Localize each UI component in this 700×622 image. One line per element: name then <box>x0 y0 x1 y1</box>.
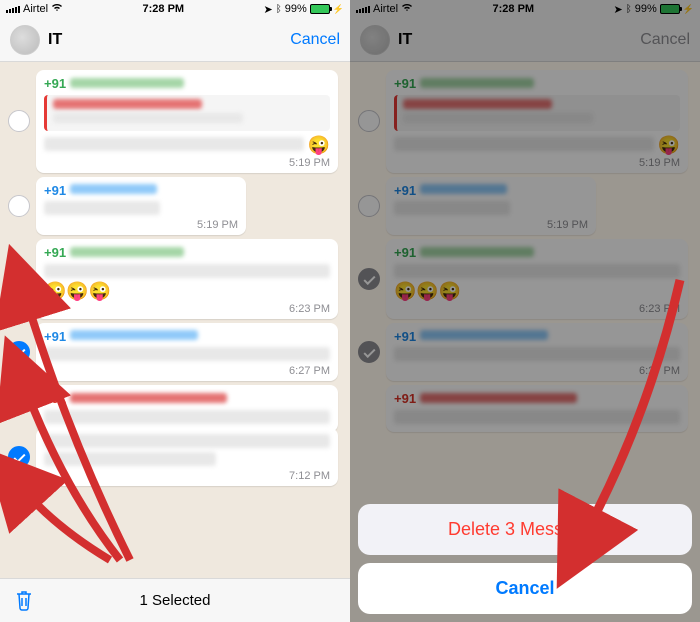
cancel-button[interactable]: Cancel <box>290 31 340 49</box>
message-row[interactable]: +91 😜 5:19 PM <box>0 68 344 175</box>
battery-percent: 99% <box>285 3 307 15</box>
message-row[interactable]: +91 5:19 PM <box>0 175 344 238</box>
signal-icon <box>6 6 20 13</box>
emoji: 😜 <box>308 136 330 154</box>
message-row[interactable]: +91 <box>0 383 344 434</box>
charging-icon: ⚡ <box>333 4 344 15</box>
select-radio-checked[interactable] <box>8 268 30 290</box>
chat-title[interactable]: IT <box>48 31 282 49</box>
right-screenshot: Airtel 7:28 PM ➤ ᛒ 99% ⚡ IT Cancel +91 😜… <box>350 0 700 622</box>
message-time: 7:12 PM <box>44 470 330 482</box>
message-bubble: +91 6:27 PM <box>36 323 338 382</box>
message-bubble: +91 <box>36 385 338 432</box>
select-radio-checked[interactable] <box>8 341 30 363</box>
sender-prefix: +91 <box>44 183 66 198</box>
message-bubble: +91 5:19 PM <box>36 177 246 236</box>
select-radio[interactable] <box>8 195 30 217</box>
sender-prefix: +91 <box>44 76 66 91</box>
nav-bar: IT Cancel <box>0 18 350 62</box>
message-bubble: 7:12 PM <box>36 428 338 486</box>
trash-icon[interactable] <box>14 589 34 611</box>
message-time: 6:27 PM <box>44 365 330 377</box>
action-sheet-cancel-button[interactable]: Cancel <box>358 563 692 614</box>
message-list[interactable]: +91 😜 5:19 PM +91 5:19 PM <box>0 62 350 578</box>
message-row[interactable]: +91 6:27 PM <box>0 321 344 384</box>
clock: 7:28 PM <box>143 3 185 15</box>
message-time: 5:19 PM <box>44 157 330 169</box>
selection-count: 1 Selected <box>140 592 211 609</box>
delete-messages-button[interactable]: Delete 3 Messages <box>358 504 692 555</box>
action-sheet: Delete 3 Messages Cancel <box>358 496 692 614</box>
message-row[interactable]: 7:12 PM <box>0 426 344 488</box>
location-icon: ➤ <box>264 3 273 16</box>
sender-prefix: +91 <box>44 329 66 344</box>
sender-prefix: +91 <box>44 391 66 406</box>
status-bar: Airtel 7:28 PM ➤ ᛒ 99% ⚡ <box>0 0 350 18</box>
sender-prefix: +91 <box>44 245 66 260</box>
select-radio-checked[interactable] <box>8 446 30 468</box>
message-bubble: +91 😜😜😜 6:23 PM <box>36 239 338 319</box>
emoji: 😜😜😜 <box>44 282 330 300</box>
message-row[interactable]: +91 😜😜😜 6:23 PM <box>0 237 344 321</box>
message-time: 5:19 PM <box>44 219 238 231</box>
message-bubble: +91 😜 5:19 PM <box>36 70 338 173</box>
battery-icon <box>310 4 330 14</box>
wifi-icon <box>51 3 63 15</box>
avatar[interactable] <box>10 25 40 55</box>
carrier-label: Airtel <box>23 3 48 15</box>
bluetooth-icon: ᛒ <box>276 4 282 15</box>
message-time: 6:23 PM <box>44 303 330 315</box>
select-radio[interactable] <box>8 110 30 132</box>
left-screenshot: Airtel 7:28 PM ➤ ᛒ 99% ⚡ IT Cancel +91 <box>0 0 350 622</box>
bottom-toolbar: 1 Selected <box>0 578 350 622</box>
